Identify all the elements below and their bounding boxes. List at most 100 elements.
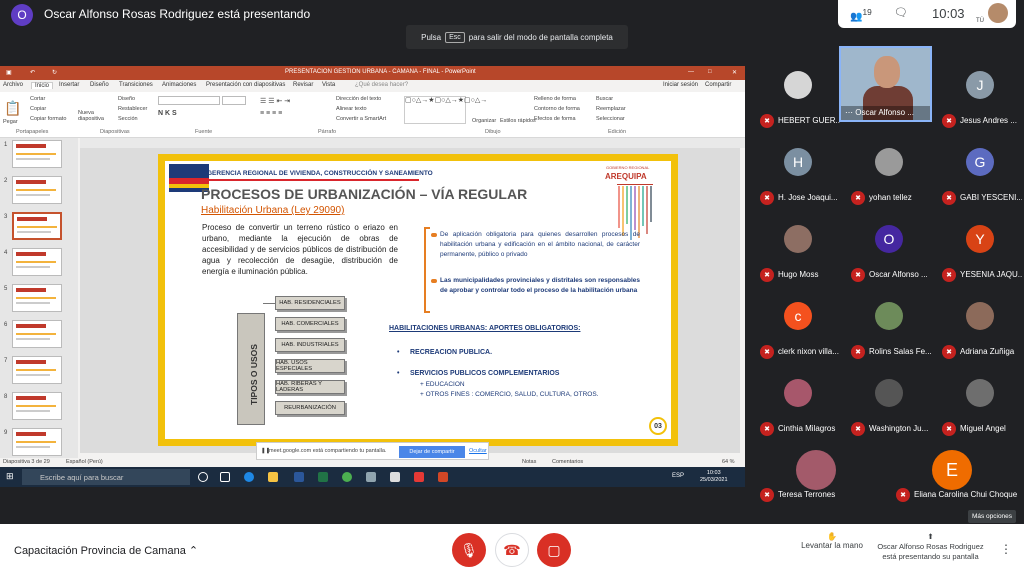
people-button[interactable]: 👥19 (850, 7, 872, 22)
list-icons[interactable]: ☰ ☰ ⇤ ⇥ (260, 97, 290, 105)
tab-transiciones[interactable]: Transiciones (119, 82, 153, 88)
more-options-icon[interactable]: ⋮ (1000, 542, 1012, 556)
task-view-icon[interactable] (220, 472, 230, 482)
participant-tile[interactable]: ✖ yohan tellez (845, 139, 931, 205)
taskbar-search[interactable]: Escribe aquí para buscar (22, 469, 190, 485)
tell-me-search[interactable]: ¿Qué desea hacer? (355, 82, 408, 88)
language-status[interactable]: Español (Perú) (66, 459, 103, 465)
minimize-icon[interactable]: — (688, 69, 694, 75)
notes-button[interactable]: Notas (522, 459, 536, 465)
close-icon[interactable]: ✕ (732, 69, 737, 76)
undo-icon[interactable]: ↶ (30, 69, 35, 76)
slide-thumb-4[interactable] (12, 248, 62, 276)
smartart-button[interactable]: Convertir a SmartArt (336, 116, 386, 122)
hide-link[interactable]: Ocultar (469, 448, 487, 454)
tab-revisar[interactable]: Revisar (293, 82, 313, 88)
raise-hand-button[interactable]: ✋ Levantar la mano (798, 532, 866, 550)
slide-thumb-6[interactable] (12, 320, 62, 348)
shape-outline-button[interactable]: Contorno de forma (534, 106, 580, 112)
copy-button[interactable]: Copiar (30, 106, 46, 112)
slide-thumb-3[interactable] (12, 212, 62, 240)
signin-link[interactable]: Iniciar sesión (663, 82, 698, 88)
tab-archivo[interactable]: Archivo (3, 82, 23, 88)
shape-effects-button[interactable]: Efectos de forma (534, 116, 576, 122)
taskbar-lang[interactable]: ESP (672, 473, 684, 479)
participant-tile[interactable]: E ✖ Eliana Carolina Chui Choque (890, 446, 1024, 508)
excel-icon[interactable] (318, 472, 328, 482)
comments-button[interactable]: Comentarios (552, 459, 583, 465)
participant-tile[interactable]: ✖ HEBERT GUER... (754, 62, 840, 128)
reset-button[interactable]: Restablecer (118, 106, 147, 112)
camera-off-button[interactable]: ▢ (537, 533, 571, 567)
slide-thumb-2[interactable] (12, 176, 62, 204)
slide-thumb-1[interactable] (12, 140, 62, 168)
tab-vista[interactable]: Vista (322, 82, 335, 88)
bold-icon[interactable]: N K S (158, 110, 177, 117)
participant-tile[interactable]: G ✖ GABI YESCENI... (936, 139, 1022, 205)
pdf-icon[interactable] (414, 472, 424, 482)
edge-icon[interactable] (244, 472, 254, 482)
slide-thumb-9[interactable] (12, 428, 62, 456)
participant-tile[interactable]: ✖ Adriana Zuñiga (936, 293, 1022, 359)
slide-thumb-5[interactable] (12, 284, 62, 312)
participant-tile[interactable]: c ✖ clerk nixon villa... (754, 293, 840, 359)
windows-start-icon[interactable]: ⊞ (6, 471, 14, 482)
new-slide-button[interactable]: Nueva diapositiva (78, 110, 108, 122)
taskbar-clock[interactable]: 10:03 25/03/2021 (700, 470, 728, 484)
current-slide[interactable]: GERENCIA REGIONAL DE VIVIENDA, CONSTRUCC… (158, 154, 678, 446)
copy-format-button[interactable]: Copiar formato (30, 116, 66, 122)
select-button[interactable]: Seleccionar (596, 116, 625, 122)
shapes-gallery[interactable]: ▢○△→★▢○△→★▢○△→ (404, 96, 487, 124)
participant-tile[interactable]: J ✖ Jesus Andres ... (936, 62, 1022, 128)
organize-button[interactable]: Organizar (472, 118, 496, 124)
quick-styles-button[interactable]: Estilos rápidos (500, 118, 536, 124)
section-button[interactable]: Sección (118, 116, 138, 122)
zoom-level[interactable]: 64 % (722, 459, 735, 465)
find-button[interactable]: Buscar (596, 96, 613, 102)
word-icon[interactable] (294, 472, 304, 482)
cut-button[interactable]: Cortar (30, 96, 45, 102)
text-direction-button[interactable]: Dirección del texto (336, 96, 381, 102)
align-icons[interactable]: ≡ ≡ ≡ ≡ (260, 110, 282, 117)
slide-thumb-7[interactable] (12, 356, 62, 384)
hangup-button[interactable]: ☎ (495, 533, 529, 567)
font-name-select[interactable] (158, 96, 220, 105)
paste-icon[interactable]: 📋 (4, 100, 21, 117)
tab-insertar[interactable]: Insertar (59, 82, 79, 88)
layout-button[interactable]: Diseño (118, 96, 135, 102)
participant-tile[interactable]: ✖ Hugo Moss (754, 216, 840, 282)
share-button[interactable]: Compartir (705, 82, 731, 88)
font-size-select[interactable] (222, 96, 246, 105)
chat-icon[interactable]: 🗨 (894, 6, 908, 19)
cortana-icon[interactable] (198, 472, 208, 482)
tab-diseno[interactable]: Diseño (90, 82, 109, 88)
participant-tile[interactable]: ✖ Rolins Salas Fe... (845, 293, 931, 359)
slide-thumb-8[interactable] (12, 392, 62, 420)
participant-tile[interactable]: Y ✖ YESENIA JAQU... (936, 216, 1022, 282)
participant-tile[interactable]: O ✖ Oscar Alfonso ... (845, 216, 931, 282)
di-icon[interactable] (390, 472, 400, 482)
app-icon[interactable] (366, 472, 376, 482)
participant-tile[interactable]: ✖ Washington Ju... (845, 370, 931, 436)
tab-animaciones[interactable]: Animaciones (162, 82, 196, 88)
redo-icon[interactable]: ↻ (52, 69, 57, 76)
mic-off-button[interactable]: 🎙 (452, 533, 486, 567)
powerpoint-taskbar-icon[interactable] (438, 472, 448, 482)
stop-sharing-button[interactable]: Dejar de compartir (399, 446, 465, 458)
paste-button[interactable]: Pegar (3, 119, 18, 125)
participant-tile[interactable]: ✖ Cinthia Milagros (754, 370, 840, 436)
replace-button[interactable]: Reemplazar (596, 106, 626, 112)
explorer-icon[interactable] (268, 472, 278, 482)
presenting-info-button[interactable]: ⬆ Oscar Alfonso Rosas Rodriguez está pres… (873, 532, 988, 562)
tab-inicio[interactable]: Inicio (31, 82, 54, 89)
chrome-icon[interactable] (342, 472, 352, 482)
meeting-name[interactable]: Capacitación Provincia de Camana ⌃ (14, 544, 198, 557)
shape-fill-button[interactable]: Relleno de forma (534, 96, 576, 102)
restore-icon[interactable]: □ (708, 69, 712, 75)
active-speaker-tile[interactable]: ⋯ Oscar Alfonso ... (839, 46, 932, 122)
participant-tile[interactable]: ✖ Miguel Angel (936, 370, 1022, 436)
participant-tile[interactable]: H ✖ H. Jose Joaqui... (754, 139, 840, 205)
tab-presentacion[interactable]: Presentación con diapositivas (206, 82, 285, 88)
participant-tile[interactable]: ✖ Teresa Terrones (754, 446, 890, 508)
align-text-button[interactable]: Alinear texto (336, 106, 367, 112)
